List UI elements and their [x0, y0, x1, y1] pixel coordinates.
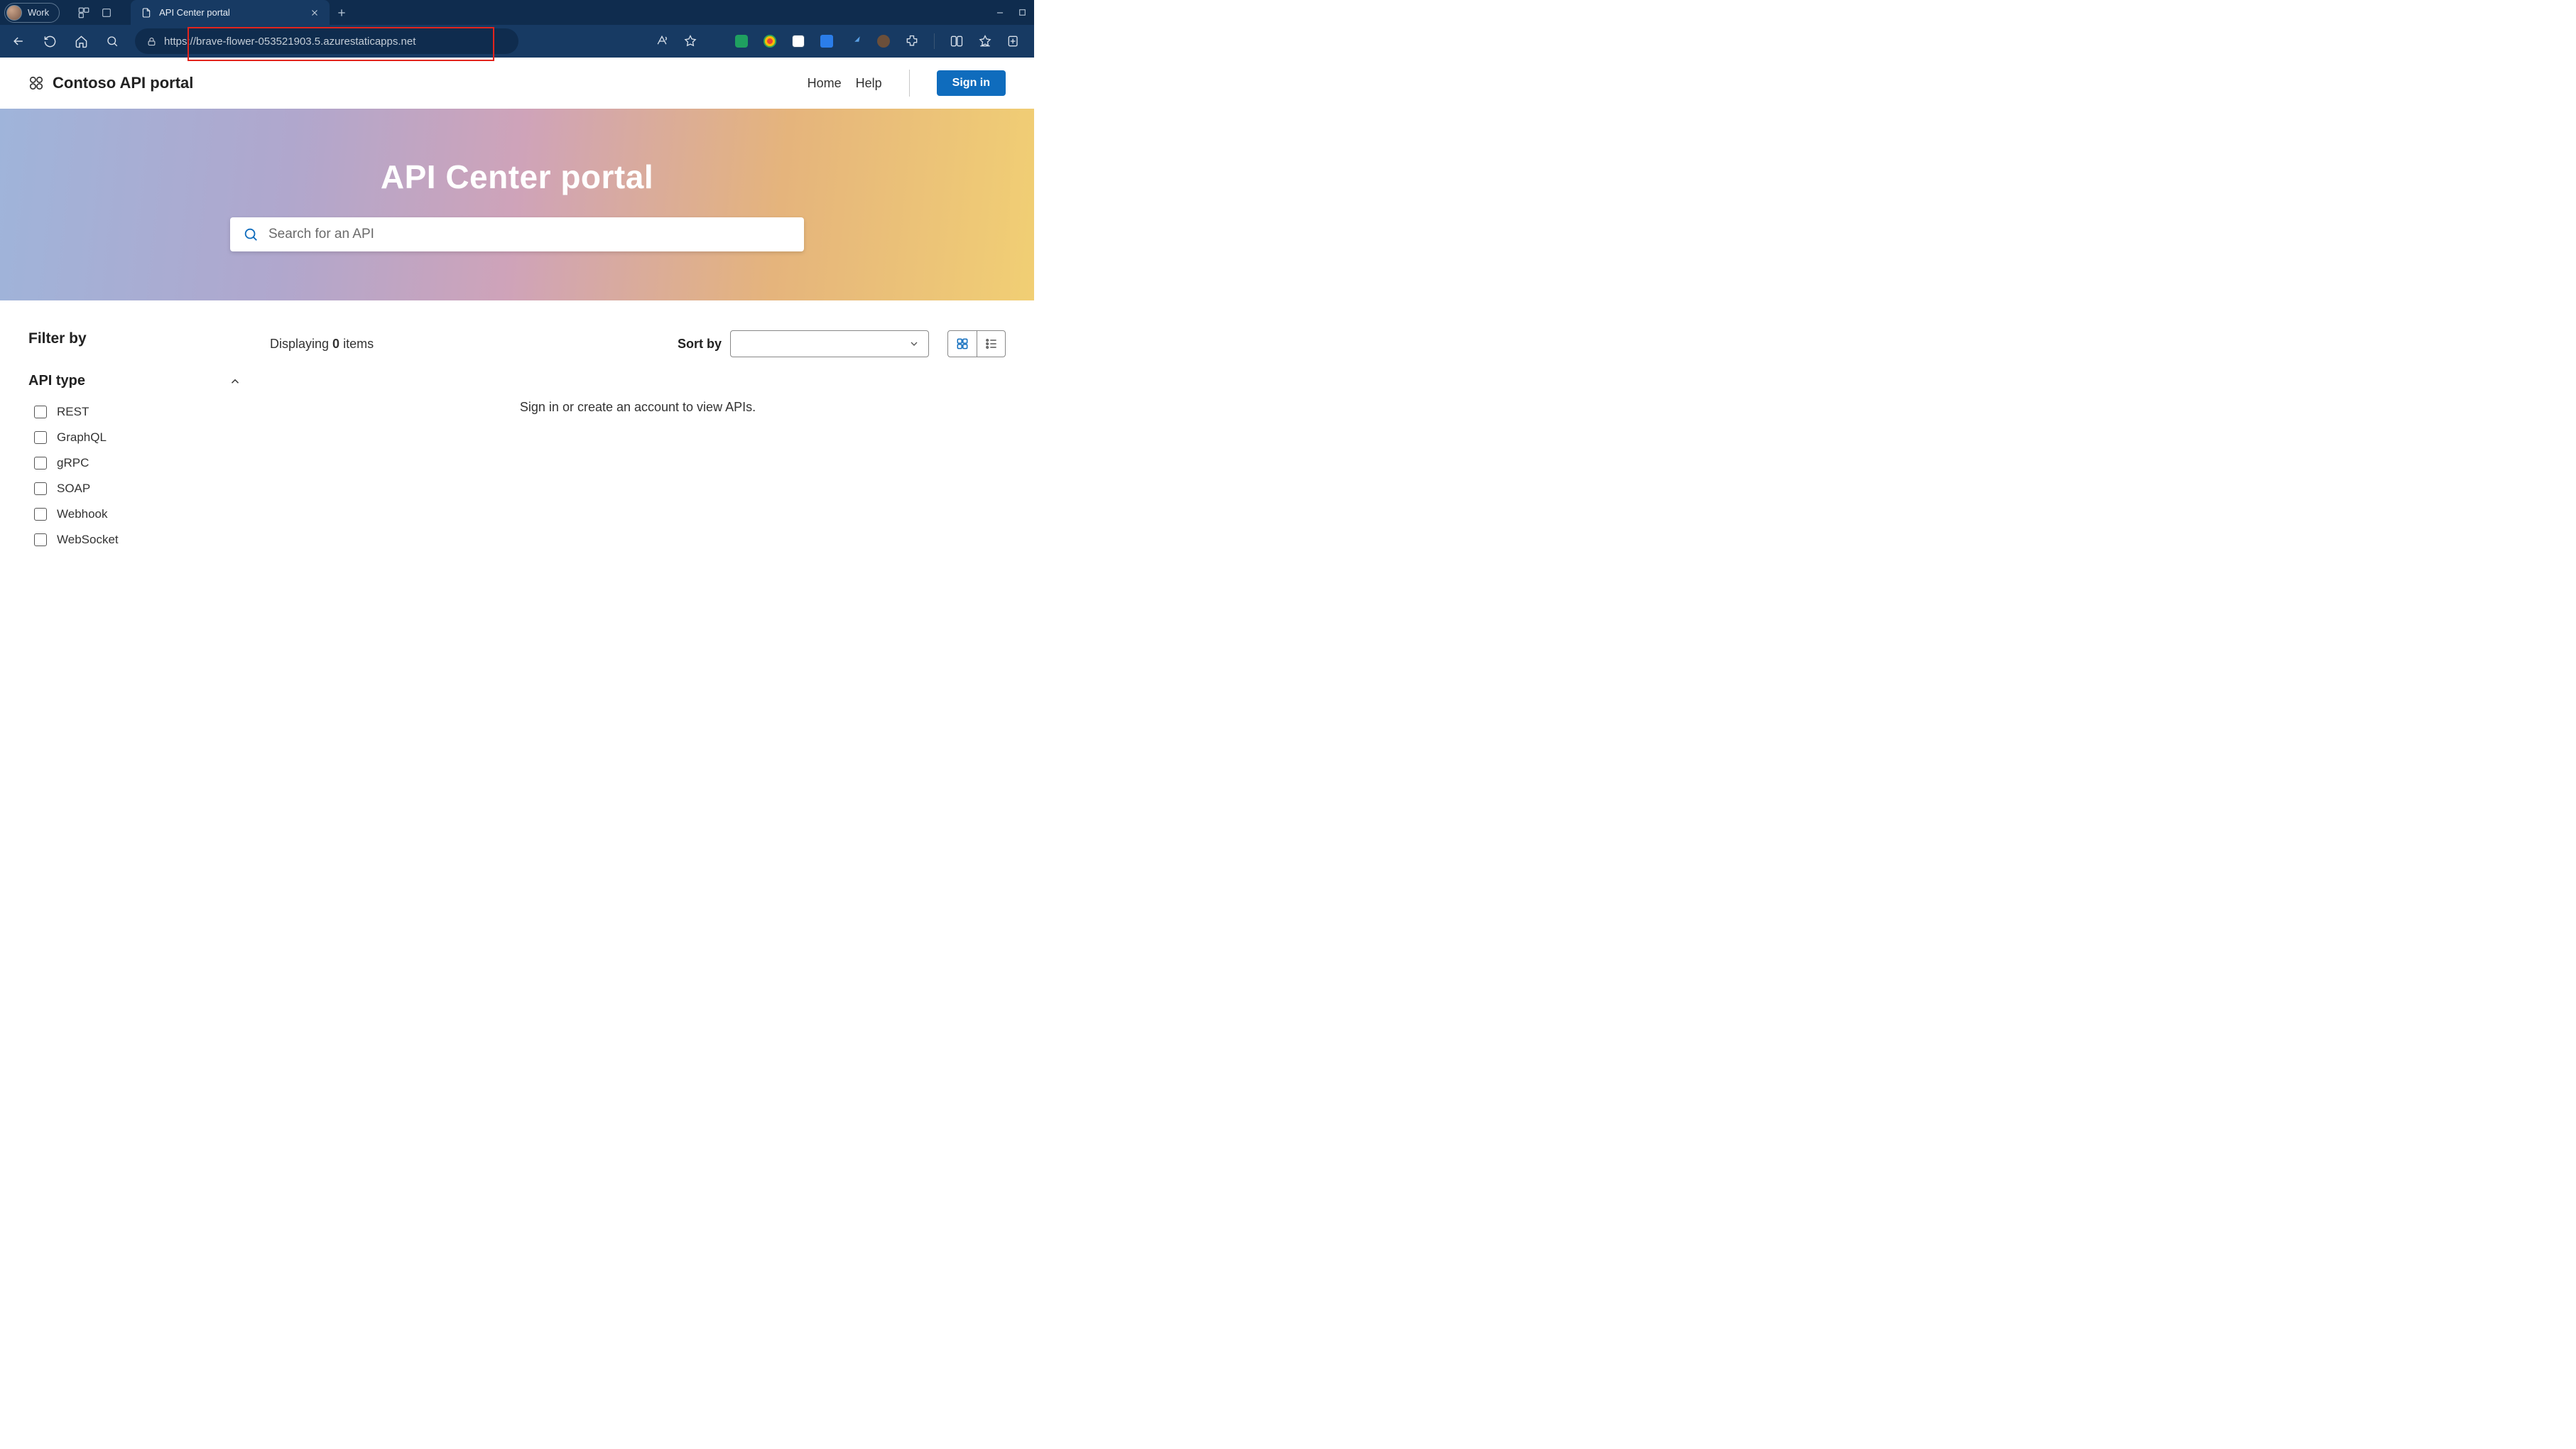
checkbox[interactable]: [34, 508, 47, 521]
facet-item-soap[interactable]: SOAP: [34, 482, 241, 496]
checkbox[interactable]: [34, 457, 47, 470]
address-bar-url: https://brave-flower-053521903.5.azurest…: [164, 36, 415, 48]
facet-item-grpc[interactable]: gRPC: [34, 456, 241, 470]
displaying-prefix: Displaying: [270, 337, 332, 351]
close-tab-icon[interactable]: [310, 8, 320, 18]
checkbox[interactable]: [34, 406, 47, 418]
facet-item-graphql[interactable]: GraphQL: [34, 430, 241, 445]
api-search-box[interactable]: [230, 217, 804, 251]
browser-tab-active[interactable]: API Center portal: [131, 0, 330, 25]
home-button[interactable]: [67, 27, 95, 55]
refresh-button[interactable]: [36, 27, 64, 55]
extension-icon[interactable]: [846, 32, 864, 50]
extension-icon[interactable]: [761, 32, 779, 50]
facet-title: API type: [28, 373, 85, 389]
extension-icon[interactable]: [789, 32, 808, 50]
list-view-button[interactable]: [977, 331, 1005, 357]
profile-label: Work: [28, 7, 49, 18]
facet-label: gRPC: [57, 456, 89, 470]
checkbox[interactable]: [34, 431, 47, 444]
brand-logo-icon: [28, 75, 44, 91]
minimize-icon[interactable]: [995, 8, 1005, 18]
results-toolbar: Displaying 0 items Sort by: [270, 330, 1006, 357]
back-button[interactable]: [4, 27, 33, 55]
facet-item-webhook[interactable]: Webhook: [34, 507, 241, 521]
facet-item-websocket[interactable]: WebSocket: [34, 533, 241, 547]
search-icon: [243, 227, 259, 242]
tab-actions-icon[interactable]: [95, 7, 118, 18]
browser-tab-title: API Center portal: [159, 7, 230, 18]
split-screen-icon[interactable]: [947, 32, 966, 50]
filter-heading: Filter by: [28, 330, 241, 347]
results-count: 0: [332, 337, 339, 351]
sign-in-button[interactable]: Sign in: [937, 70, 1006, 96]
results-count-text: Displaying 0 items: [270, 337, 374, 352]
sort-dropdown[interactable]: [730, 330, 929, 357]
hero-title: API Center portal: [381, 158, 653, 196]
browser-toolbar: https://brave-flower-053521903.5.azurest…: [0, 25, 1034, 58]
favorites-icon[interactable]: [976, 32, 994, 50]
facet-item-rest[interactable]: REST: [34, 405, 241, 419]
view-toggle: [947, 330, 1006, 357]
filter-sidebar: Filter by API type REST GraphQL gRPC SOA…: [28, 330, 241, 547]
facet-api-type-header[interactable]: API type: [28, 373, 241, 389]
extension-icon[interactable]: [817, 32, 836, 50]
extensions-menu-icon[interactable]: [903, 32, 921, 50]
extension-icon[interactable]: [874, 32, 893, 50]
extension-icon[interactable]: [732, 32, 751, 50]
new-tab-button[interactable]: [330, 7, 354, 18]
facet-label: SOAP: [57, 482, 90, 496]
checkbox[interactable]: [34, 533, 47, 546]
displaying-suffix: items: [339, 337, 374, 351]
checkbox[interactable]: [34, 482, 47, 495]
divider: [909, 70, 910, 97]
chevron-down-icon: [908, 338, 920, 349]
collections-icon[interactable]: [1004, 32, 1023, 50]
lock-icon: [146, 36, 157, 47]
hero-banner: API Center portal: [0, 109, 1034, 300]
workspaces-icon[interactable]: [72, 6, 95, 19]
site-header: Contoso API portal Home Help Sign in: [0, 58, 1034, 109]
favorite-star-icon[interactable]: [681, 32, 700, 50]
maximize-icon[interactable]: [1018, 8, 1027, 18]
grid-view-button[interactable]: [948, 331, 977, 357]
nav-help[interactable]: Help: [856, 76, 882, 91]
profile-switcher[interactable]: Work: [4, 3, 60, 23]
api-search-input[interactable]: [268, 227, 791, 242]
sort-label: Sort by: [678, 337, 722, 352]
browser-title-bar: Work API Center portal: [0, 0, 1034, 25]
facet-label: GraphQL: [57, 430, 107, 445]
results-area: Displaying 0 items Sort by: [270, 330, 1006, 547]
page-icon: [141, 7, 152, 18]
empty-state-message: Sign in or create an account to view API…: [270, 400, 1006, 415]
toolbar-search-button[interactable]: [98, 27, 126, 55]
read-aloud-icon[interactable]: [653, 32, 671, 50]
nav-home[interactable]: Home: [808, 76, 842, 91]
address-bar[interactable]: https://brave-flower-053521903.5.azurest…: [135, 28, 518, 54]
facet-list: REST GraphQL gRPC SOAP Webhook WebSocket: [28, 405, 241, 547]
facet-label: Webhook: [57, 507, 108, 521]
facet-label: REST: [57, 405, 89, 419]
avatar: [6, 5, 22, 21]
chevron-up-icon: [229, 375, 241, 388]
facet-label: WebSocket: [57, 533, 119, 547]
brand-title: Contoso API portal: [53, 74, 193, 92]
